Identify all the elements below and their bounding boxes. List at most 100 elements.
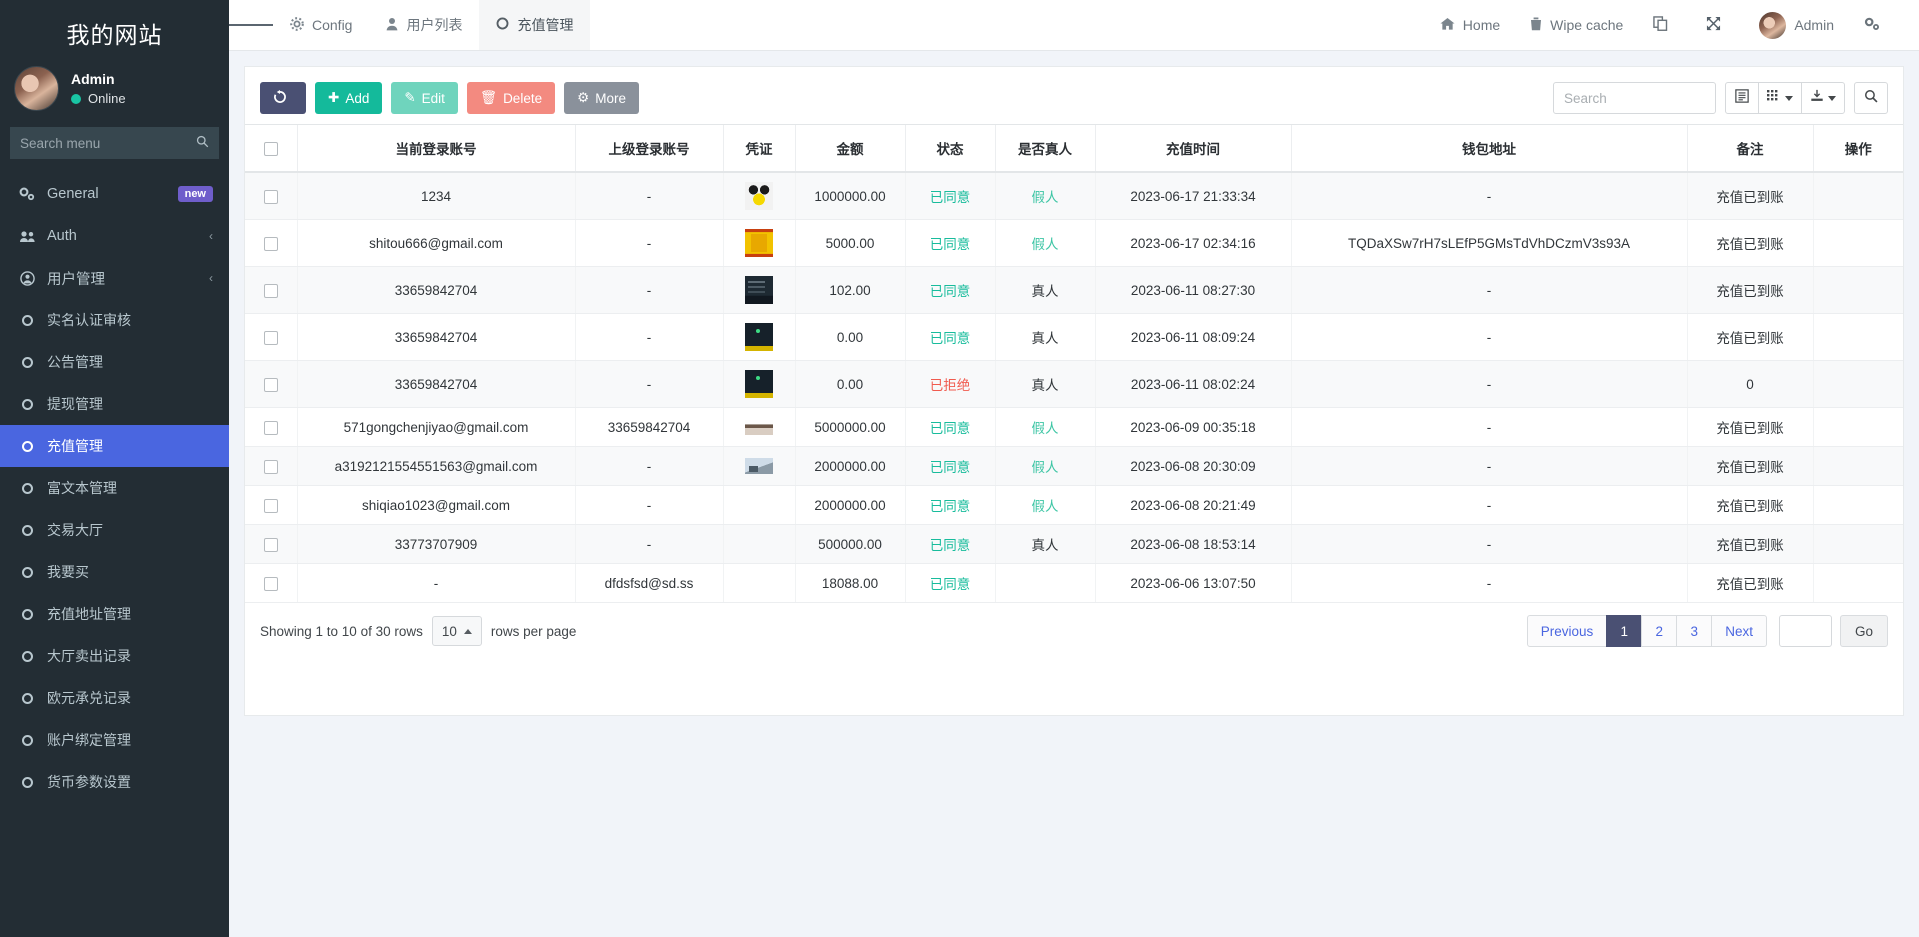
cell-voucher[interactable] [723,361,795,408]
page-button-2[interactable]: 2 [1641,615,1677,647]
sidebar-item-general[interactable]: General new [0,173,229,215]
more-button[interactable]: ⚙ More [564,82,639,114]
sidebar-profile[interactable]: Admin Online [0,64,229,125]
row-checkbox[interactable] [264,190,278,204]
sidebar-item-trade-hall[interactable]: 交易大厅 [0,509,229,551]
cell-voucher[interactable] [723,564,795,603]
sidebar-item-account-binding[interactable]: 账户绑定管理 [0,719,229,761]
voucher-thumbnail[interactable] [745,276,773,304]
row-checkbox[interactable] [264,378,278,392]
row-select-cell[interactable] [245,564,297,603]
col-recharge-time[interactable]: 充值时间 [1095,125,1291,173]
sidebar-item-auth[interactable]: Auth ‹ [0,215,229,257]
table-row[interactable]: shitou666@gmail.com - 5000.00 已同意 假人 202… [245,220,1903,267]
row-checkbox[interactable] [264,331,278,345]
cell-action[interactable] [1813,220,1903,267]
col-voucher[interactable]: 凭证 [723,125,795,173]
sidebar-item-withdraw[interactable]: 提现管理 [0,383,229,425]
sidebar-item-hall-sell-records[interactable]: 大厅卖出记录 [0,635,229,677]
select-all-header[interactable] [245,125,297,173]
cell-voucher[interactable] [723,314,795,361]
col-action[interactable]: 操作 [1813,125,1903,173]
col-current-account[interactable]: 当前登录账号 [297,125,575,173]
row-select-cell[interactable] [245,172,297,220]
row-checkbox[interactable] [264,577,278,591]
voucher-thumbnail[interactable] [745,420,773,435]
sidebar-item-i-want-buy[interactable]: 我要买 [0,551,229,593]
col-amount[interactable]: 金额 [795,125,905,173]
cell-action[interactable] [1813,172,1903,220]
cell-voucher[interactable] [723,447,795,486]
sidebar-item-recharge-address[interactable]: 充值地址管理 [0,593,229,635]
home-button[interactable]: Home [1425,17,1515,34]
add-button[interactable]: ✚ Add [315,82,382,114]
row-checkbox[interactable] [264,538,278,552]
cell-action[interactable] [1813,447,1903,486]
row-checkbox[interactable] [264,237,278,251]
menu-toggle-button[interactable] [229,0,273,50]
sidebar-item-user-management[interactable]: 用户管理 ‹ [0,257,229,299]
sidebar-item-announcement[interactable]: 公告管理 [0,341,229,383]
cell-voucher[interactable] [723,525,795,564]
cell-voucher[interactable] [723,486,795,525]
cell-action[interactable] [1813,361,1903,408]
list-view-button[interactable] [1725,82,1759,114]
voucher-thumbnail[interactable] [745,370,773,398]
cell-action[interactable] [1813,564,1903,603]
cell-action[interactable] [1813,267,1903,314]
cell-voucher[interactable] [723,172,795,220]
col-remark[interactable]: 备注 [1687,125,1813,173]
cell-action[interactable] [1813,314,1903,361]
sidebar-item-recharge-management[interactable]: 充值管理 [0,425,229,467]
advanced-search-button[interactable] [1854,82,1888,114]
fullscreen-button[interactable] [1691,16,1744,34]
table-row[interactable]: 33773707909 - 500000.00 已同意 真人 2023-06-0… [245,525,1903,564]
page-button-1[interactable]: 1 [1606,615,1642,647]
next-page-button[interactable]: Next [1711,615,1767,647]
goto-page-input[interactable] [1779,615,1832,647]
table-row[interactable]: 571gongchenjiyao@gmail.com 33659842704 5… [245,408,1903,447]
voucher-thumbnail[interactable] [745,229,773,257]
cell-action[interactable] [1813,525,1903,564]
row-select-cell[interactable] [245,486,297,525]
voucher-thumbnail[interactable] [745,182,773,210]
table-row[interactable]: 33659842704 - 0.00 已拒绝 真人 2023-06-11 08:… [245,361,1903,408]
table-row[interactable]: - dfdsfsd@sd.ss 18088.00 已同意 2023-06-06 … [245,564,1903,603]
search-menu-input[interactable] [20,136,209,151]
col-parent-account[interactable]: 上级登录账号 [575,125,723,173]
previous-page-button[interactable]: Previous [1527,615,1608,647]
tab-recharge-management[interactable]: 充值管理 [479,0,590,50]
cell-voucher[interactable] [723,267,795,314]
row-select-cell[interactable] [245,525,297,564]
search-input[interactable] [1553,82,1716,114]
row-select-cell[interactable] [245,447,297,486]
columns-toggle-button[interactable] [1758,82,1802,114]
col-is-real-person[interactable]: 是否真人 [995,125,1095,173]
row-checkbox[interactable] [264,460,278,474]
user-menu-button[interactable]: Admin [1744,12,1849,39]
table-row[interactable]: shiqiao1023@gmail.com - 2000000.00 已同意 假… [245,486,1903,525]
row-checkbox[interactable] [264,284,278,298]
sidebar-item-richtext[interactable]: 富文本管理 [0,467,229,509]
cell-voucher[interactable] [723,220,795,267]
col-status[interactable]: 状态 [905,125,995,173]
delete-button[interactable]: 🗑 Delete [467,82,555,114]
sidebar-item-currency-params[interactable]: 货币参数设置 [0,761,229,803]
tab-user-list[interactable]: 用户列表 [369,0,479,50]
table-row[interactable]: a3192121554551563@gmail.com - 2000000.00… [245,447,1903,486]
refresh-button[interactable] [260,82,306,114]
cell-action[interactable] [1813,408,1903,447]
col-wallet-address[interactable]: 钱包地址 [1291,125,1687,173]
row-checkbox[interactable] [264,499,278,513]
row-select-cell[interactable] [245,267,297,314]
settings-button[interactable] [1849,17,1903,34]
export-button[interactable] [1801,82,1845,114]
page-size-select[interactable]: 10 [432,616,482,646]
tab-config[interactable]: Config [273,0,369,50]
row-select-cell[interactable] [245,361,297,408]
sidebar-item-realname-audit[interactable]: 实名认证审核 [0,299,229,341]
table-row[interactable]: 33659842704 - 0.00 已同意 真人 2023-06-11 08:… [245,314,1903,361]
cell-action[interactable] [1813,486,1903,525]
row-select-cell[interactable] [245,220,297,267]
table-row[interactable]: 33659842704 - 102.00 已同意 真人 2023-06-11 0… [245,267,1903,314]
